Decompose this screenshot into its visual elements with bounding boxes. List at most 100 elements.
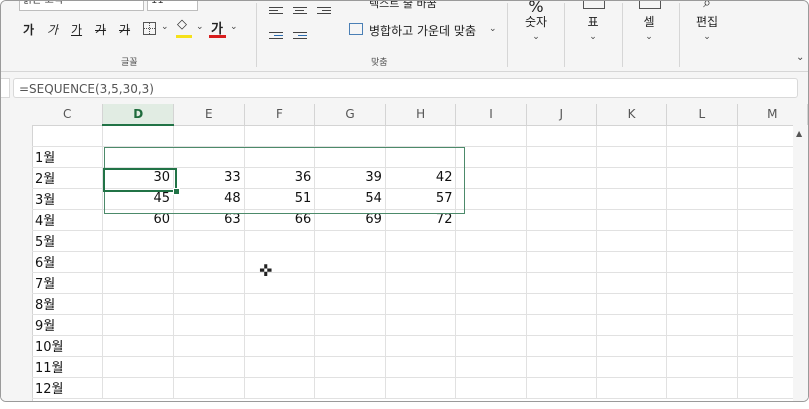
wrap-text-button[interactable]: 텍스트 줄 바꿈 (369, 1, 437, 11)
cell-g-13[interactable] (314, 377, 386, 399)
cell-h-12[interactable] (385, 356, 457, 378)
cell-d-3[interactable]: 30 (102, 167, 175, 189)
column-header-e[interactable]: E (173, 104, 245, 126)
cell-g-2[interactable] (314, 146, 386, 168)
cell-e-5[interactable]: 63 (173, 209, 245, 231)
cell-d-10[interactable] (102, 314, 175, 336)
bold-button[interactable]: 가 (23, 21, 34, 38)
cell-k-9[interactable] (596, 293, 668, 315)
decrease-indent-icon[interactable] (269, 32, 283, 43)
cell-f-2[interactable] (244, 146, 316, 168)
cell-k-1[interactable] (596, 125, 668, 147)
cell-g-3[interactable]: 39 (314, 167, 386, 189)
cell-c-5[interactable]: 4월 (32, 209, 104, 231)
cell-l-3[interactable] (666, 167, 738, 189)
cell-e-6[interactable] (173, 230, 245, 252)
cell-e-3[interactable]: 33 (173, 167, 245, 189)
cell-g-7[interactable] (314, 251, 386, 273)
cell-h-5[interactable]: 72 (385, 209, 457, 231)
cell-j-10[interactable] (526, 314, 597, 336)
cell-e-11[interactable] (173, 335, 245, 357)
align-center-icon[interactable] (293, 7, 307, 18)
cell-f-7[interactable] (244, 251, 316, 273)
borders-caret[interactable]: ⌄ (161, 22, 169, 32)
cell-f-9[interactable] (244, 293, 316, 315)
cell-table[interactable]: C D E F G H I J K L M 1월 2월 30 33 36 39 42 3월 45 48 51 54 57 4월 6… (32, 104, 808, 399)
editing-caret[interactable]: ⌄ (687, 32, 727, 42)
cell-h-6[interactable] (385, 230, 457, 252)
font-color-caret[interactable]: ⌄ (230, 22, 238, 32)
cell-i-7[interactable] (455, 251, 527, 273)
cell-k-5[interactable] (596, 209, 668, 231)
cell-j-4[interactable] (526, 188, 597, 210)
column-header-i[interactable]: I (455, 104, 527, 126)
table-button[interactable]: 표 (573, 13, 613, 30)
font-size-select[interactable]: 11 (147, 1, 198, 11)
cell-h-9[interactable] (385, 293, 457, 315)
cell-k-10[interactable] (596, 314, 668, 336)
cell-i-8[interactable] (455, 272, 527, 294)
fill-color-caret[interactable]: ⌄ (196, 22, 204, 32)
cell-i-10[interactable] (455, 314, 527, 336)
cell-e-7[interactable] (173, 251, 245, 273)
cell-i-13[interactable] (455, 377, 527, 399)
cell-f-5[interactable]: 66 (244, 209, 316, 231)
strikethrough-button[interactable]: 가 (119, 21, 130, 38)
name-box-edge[interactable] (1, 78, 10, 98)
cell-j-6[interactable] (526, 230, 597, 252)
cell-j-11[interactable] (526, 335, 597, 357)
cell-h-13[interactable] (385, 377, 457, 399)
cell-i-11[interactable] (455, 335, 527, 357)
cell-h-8[interactable] (385, 272, 457, 294)
double-underline-button[interactable]: 가 (95, 21, 106, 38)
cell-c-12[interactable]: 11월 (32, 356, 104, 378)
cell-h-3[interactable]: 42 (385, 167, 457, 189)
cell-f-12[interactable] (244, 356, 316, 378)
cells-caret[interactable]: ⌄ (629, 32, 669, 42)
cell-k-6[interactable] (596, 230, 668, 252)
formula-input[interactable]: =SEQUENCE(3,5,30,3) (13, 78, 798, 98)
worksheet-grid[interactable]: C D E F G H I J K L M 1월 2월 30 33 36 39 42 3월 45 48 51 54 57 4월 6… (1, 104, 808, 401)
align-right-icon[interactable] (317, 7, 331, 18)
cell-e-4[interactable]: 48 (173, 188, 245, 210)
cell-c-7[interactable]: 6월 (32, 251, 104, 273)
cell-i-6[interactable] (455, 230, 527, 252)
cell-e-13[interactable] (173, 377, 245, 399)
cell-l-2[interactable] (666, 146, 738, 168)
cell-d-13[interactable] (102, 377, 175, 399)
cell-k-12[interactable] (596, 356, 668, 378)
cell-l-11[interactable] (666, 335, 738, 357)
cell-k-4[interactable] (596, 188, 668, 210)
cell-h-7[interactable] (385, 251, 457, 273)
row-header-strip[interactable] (1, 104, 33, 401)
cell-f-1[interactable] (244, 125, 316, 147)
column-header-c[interactable]: C (32, 104, 104, 126)
collapse-ribbon-icon[interactable]: ⌄ (796, 52, 804, 63)
cell-g-5[interactable]: 69 (314, 209, 386, 231)
italic-button[interactable]: 가 (47, 21, 58, 38)
number-button[interactable]: 숫자 (516, 13, 556, 30)
cell-e-12[interactable] (173, 356, 245, 378)
cell-d-6[interactable] (102, 230, 175, 252)
cell-h-2[interactable] (385, 146, 457, 168)
cell-g-1[interactable] (314, 125, 386, 147)
cell-g-6[interactable] (314, 230, 386, 252)
cell-d-9[interactable] (102, 293, 175, 315)
cell-i-2[interactable] (455, 146, 527, 168)
cell-i-3[interactable] (455, 167, 527, 189)
fill-color-icon[interactable]: ◇ (177, 17, 187, 32)
cell-e-9[interactable] (173, 293, 245, 315)
cell-j-13[interactable] (526, 377, 597, 399)
cell-c-13[interactable]: 12월 (32, 377, 104, 399)
cell-j-2[interactable] (526, 146, 597, 168)
cell-l-13[interactable] (666, 377, 738, 399)
cell-c-8[interactable]: 7월 (32, 272, 104, 294)
cell-i-9[interactable] (455, 293, 527, 315)
cell-k-11[interactable] (596, 335, 668, 357)
cell-i-1[interactable] (455, 125, 527, 147)
cell-g-12[interactable] (314, 356, 386, 378)
merge-center-button[interactable]: 병합하고 가운데 맞춤 (369, 22, 476, 39)
cell-k-8[interactable] (596, 272, 668, 294)
cell-h-10[interactable] (385, 314, 457, 336)
cell-j-12[interactable] (526, 356, 597, 378)
